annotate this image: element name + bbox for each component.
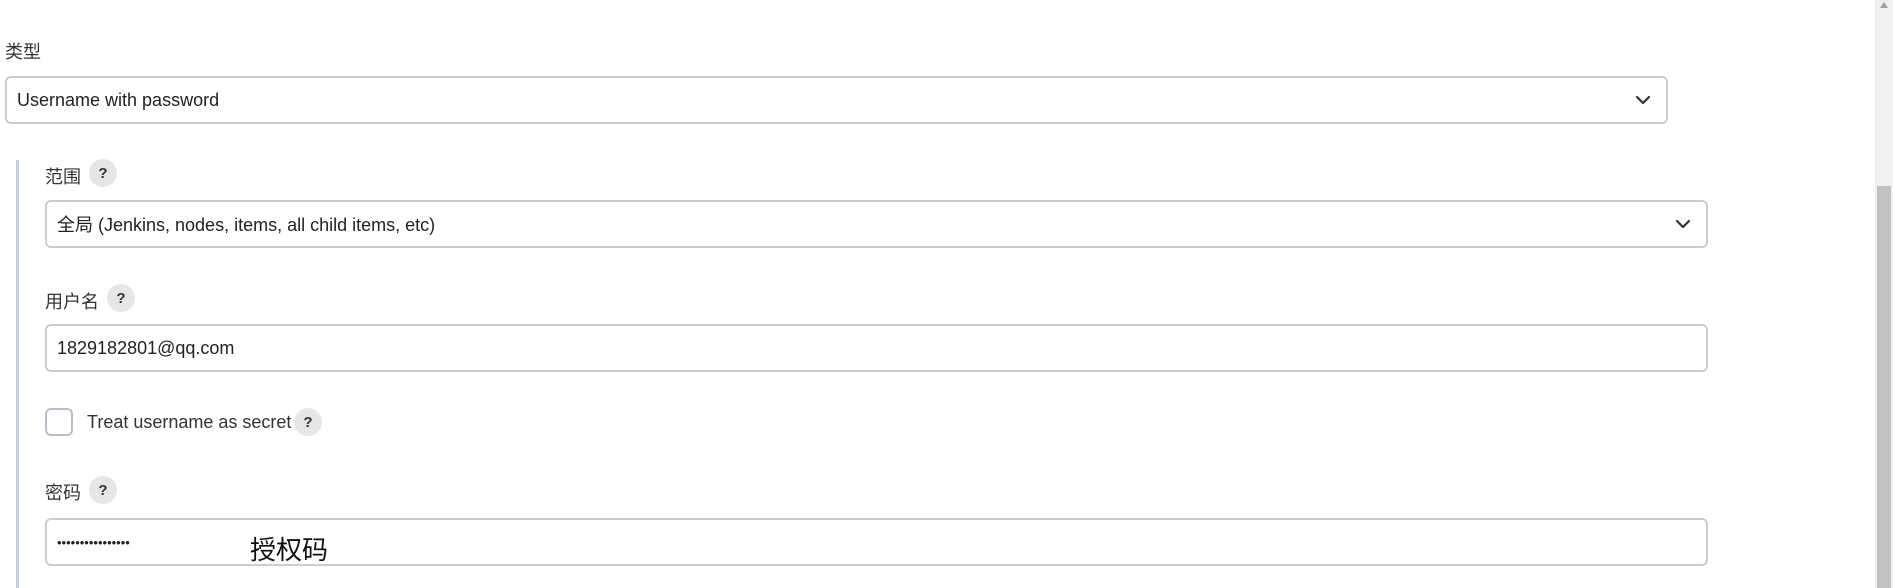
type-select-value: Username with password <box>17 89 220 110</box>
type-select[interactable]: Username with password <box>5 76 1668 124</box>
treat-username-secret-checkbox[interactable] <box>45 408 73 436</box>
chevron-down-icon <box>1675 219 1691 229</box>
scroll-up-arrow-icon[interactable] <box>1879 0 1889 10</box>
username-label: 用户名 <box>45 292 99 312</box>
username-help-icon[interactable]: ? <box>107 284 135 312</box>
username-input-value: 1829182801@qq.com <box>57 337 235 358</box>
scope-label: 范围 <box>45 167 81 187</box>
scope-select[interactable]: 全局 (Jenkins, nodes, items, all child ite… <box>45 200 1708 248</box>
password-masked-value: •••••••••••••••• <box>57 534 130 550</box>
username-input[interactable]: 1829182801@qq.com <box>45 324 1708 372</box>
password-help-icon[interactable]: ? <box>89 476 117 504</box>
password-label: 密码 <box>45 483 81 503</box>
chevron-down-icon <box>1635 95 1651 105</box>
treat-secret-help-icon[interactable]: ? <box>294 408 322 436</box>
nested-section-rail <box>16 160 19 588</box>
scope-select-value: 全局 (Jenkins, nodes, items, all child ite… <box>57 215 436 235</box>
scope-help-icon[interactable]: ? <box>89 159 117 187</box>
type-label: 类型 <box>5 42 41 62</box>
password-annotation: 授权码 <box>250 535 329 565</box>
vertical-scrollbar-thumb[interactable] <box>1877 186 1891 588</box>
treat-username-secret-label[interactable]: Treat username as secret <box>87 412 291 433</box>
